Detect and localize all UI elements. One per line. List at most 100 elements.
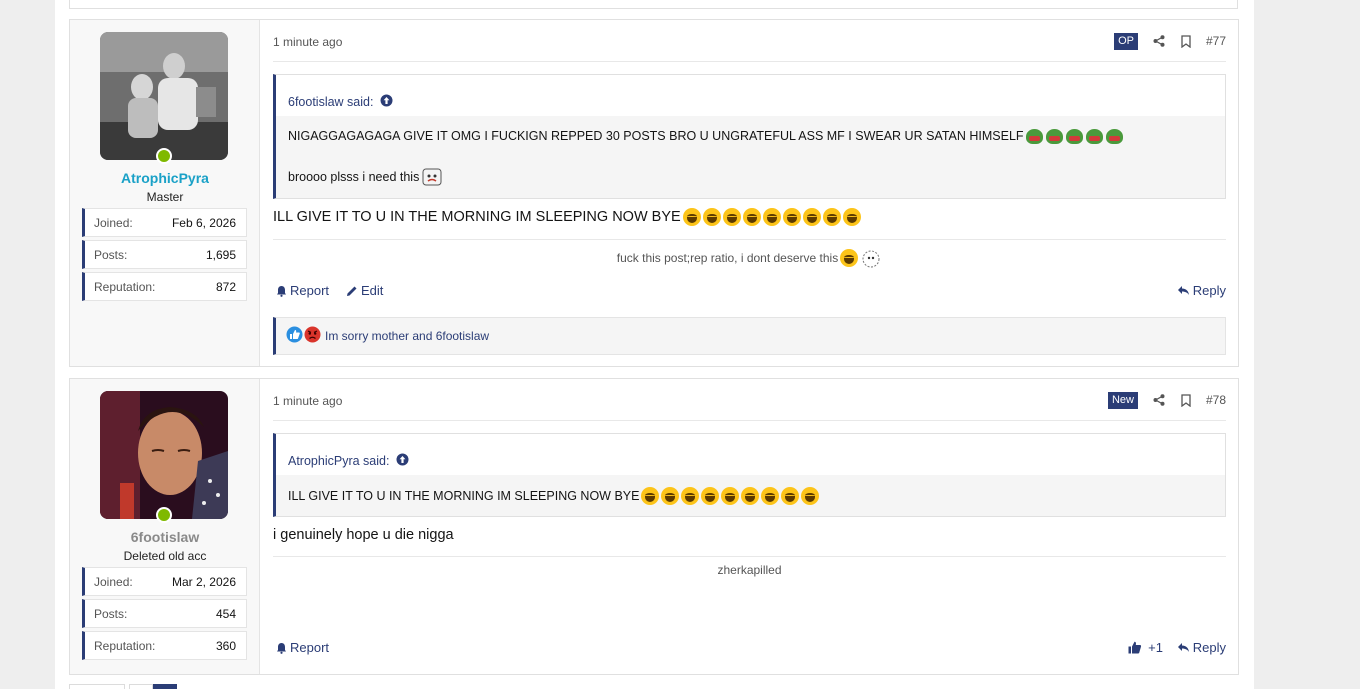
forum-page: AtrophicPyra Master Joined: Feb 6, 2026 … [55, 0, 1254, 689]
stat-value: 872 [215, 280, 236, 294]
quote-body: NIGAGGAGAGAGA GIVE IT OMG I FUCKIGN REPP… [276, 116, 1225, 198]
message-cell: 1 minute ago New #78 AtrophicPyra said: [273, 379, 1226, 674]
share-icon[interactable] [1152, 392, 1166, 408]
thumbs-up-icon [1128, 641, 1142, 654]
reactions-bar[interactable]: Im sorry mother and 6footislaw [273, 317, 1226, 355]
report-button[interactable]: Report [276, 640, 329, 655]
stat-value: Feb 6, 2026 [171, 216, 236, 230]
edit-button[interactable]: Edit [346, 283, 383, 298]
bookmark-icon[interactable] [1179, 392, 1193, 408]
stat-label: Reputation: [94, 639, 156, 653]
reply-button[interactable]: Reply [1177, 640, 1226, 655]
stat-label: Posts: [94, 248, 128, 262]
pepe-emoji [1085, 127, 1104, 145]
signature-text: zherkapilled [717, 563, 782, 577]
post-timestamp[interactable]: 1 minute ago [273, 35, 342, 49]
divider [273, 420, 1226, 421]
quote-block: 6footislaw said: NIGAGGAGAGAGA GIVE IT O… [273, 74, 1226, 199]
laughing-crying-emoji [641, 486, 660, 505]
pagination-current-page[interactable] [153, 684, 177, 689]
message-text: ILL GIVE IT TO U IN THE MORNING IM SLEEP… [273, 209, 681, 225]
user-title: Master [146, 190, 184, 204]
stat-label: Reputation: [94, 280, 156, 294]
signature: zherkapilled [273, 561, 1226, 579]
pepe-emoji [1045, 127, 1064, 145]
pepe-emoji [1105, 127, 1124, 145]
stat-label: Posts: [94, 607, 128, 621]
quote-line: NIGAGGAGAGAGA GIVE IT OMG I FUCKIGN REPP… [288, 116, 1225, 156]
quote-author[interactable]: 6footislaw said: [288, 95, 373, 109]
like-button[interactable]: +1 [1128, 640, 1163, 655]
post-77: AtrophicPyra Master Joined: Feb 6, 2026 … [69, 19, 1239, 367]
user-title: Deleted old acc [123, 549, 207, 563]
pagination-prev[interactable] [69, 684, 125, 689]
post-tools: New #78 [1107, 391, 1226, 409]
stat-reputation: Reputation: 872 [82, 272, 247, 301]
username[interactable]: 6footislaw [70, 529, 260, 545]
share-icon[interactable] [1152, 33, 1166, 49]
quote-block: AtrophicPyra said: ILL GIVE IT TO U IN T… [273, 433, 1226, 517]
user-cell: 6footislaw Deleted old acc Joined: Mar 2… [70, 379, 260, 674]
arrow-up-circle-icon[interactable] [380, 94, 393, 110]
laughing-crying-emoji [782, 208, 801, 226]
post-number[interactable]: #78 [1206, 393, 1226, 407]
laughing-crying-emoji [762, 208, 781, 226]
laughing-crying-emoji [681, 486, 700, 505]
stat-value: Mar 2, 2026 [171, 575, 236, 589]
previous-post-edge [69, 0, 1238, 9]
sticker-icon [860, 247, 882, 269]
pepe-emoji [1065, 127, 1084, 145]
signature-divider [273, 556, 1226, 557]
arrow-up-circle-icon[interactable] [396, 453, 409, 469]
stat-value: 360 [215, 639, 236, 653]
reply-button[interactable]: Reply [1177, 283, 1226, 298]
quote-text: ILL GIVE IT TO U IN THE MORNING IM SLEEP… [288, 488, 640, 503]
stat-joined: Joined: Mar 2, 2026 [82, 567, 247, 596]
cat-sticker [421, 166, 443, 188]
quote-header: 6footislaw said: [276, 75, 1225, 116]
pepe-emoji [1025, 127, 1044, 145]
stat-joined: Joined: Feb 6, 2026 [82, 208, 247, 237]
reply-icon [1177, 286, 1189, 295]
avatar[interactable] [100, 391, 228, 519]
signature: fuck this post;rep ratio, i dont deserve… [273, 246, 1226, 270]
bookmark-icon[interactable] [1179, 33, 1193, 49]
laughing-crying-emoji [661, 486, 680, 505]
stat-label: Joined: [94, 216, 133, 230]
like-count: +1 [1148, 640, 1163, 655]
post-message: i genuinely hope u die nigga [273, 524, 454, 546]
laughing-crying-emoji [802, 208, 821, 226]
post-number[interactable]: #77 [1206, 34, 1226, 48]
post-tools: OP #77 [1114, 32, 1226, 50]
username[interactable]: AtrophicPyra [70, 170, 260, 186]
laughing-crying-emoji [781, 486, 800, 505]
online-indicator [156, 507, 172, 523]
report-label: Report [290, 283, 330, 298]
laughing-crying-emoji [842, 208, 861, 226]
stat-value: 454 [215, 607, 236, 621]
laughing-crying-emoji [741, 486, 760, 505]
quote-line: ILL GIVE IT TO U IN THE MORNING IM SLEEP… [288, 475, 1225, 516]
post-timestamp[interactable]: 1 minute ago [273, 394, 342, 408]
quote-author[interactable]: AtrophicPyra said: [288, 454, 389, 468]
laughing-crying-emoji [722, 208, 741, 226]
post-message: ILL GIVE IT TO U IN THE MORNING IM SLEEP… [273, 206, 861, 228]
reactions-text[interactable]: Im sorry mother and 6footislaw [325, 329, 489, 343]
avatar[interactable] [100, 32, 228, 160]
op-badge: OP [1114, 32, 1138, 50]
pagination-page[interactable] [129, 684, 153, 689]
new-badge: New [1107, 391, 1138, 409]
bell-icon [277, 285, 286, 297]
like-reaction-icon [286, 326, 303, 346]
laughing-crying-emoji [840, 249, 859, 267]
bell-icon [277, 642, 286, 654]
quote-text: NIGAGGAGAGAGA GIVE IT OMG I FUCKIGN REPP… [288, 129, 1024, 143]
quote-line: broooo plsss i need this [288, 156, 1225, 198]
report-button[interactable]: Report [276, 283, 329, 298]
edit-label: Edit [361, 283, 384, 298]
message-cell: 1 minute ago OP #77 6footislaw said: NIG… [273, 20, 1226, 366]
reply-label: Reply [1192, 640, 1226, 655]
stat-reputation: Reputation: 360 [82, 631, 247, 660]
signature-divider [273, 239, 1226, 240]
laughing-crying-emoji [721, 486, 740, 505]
